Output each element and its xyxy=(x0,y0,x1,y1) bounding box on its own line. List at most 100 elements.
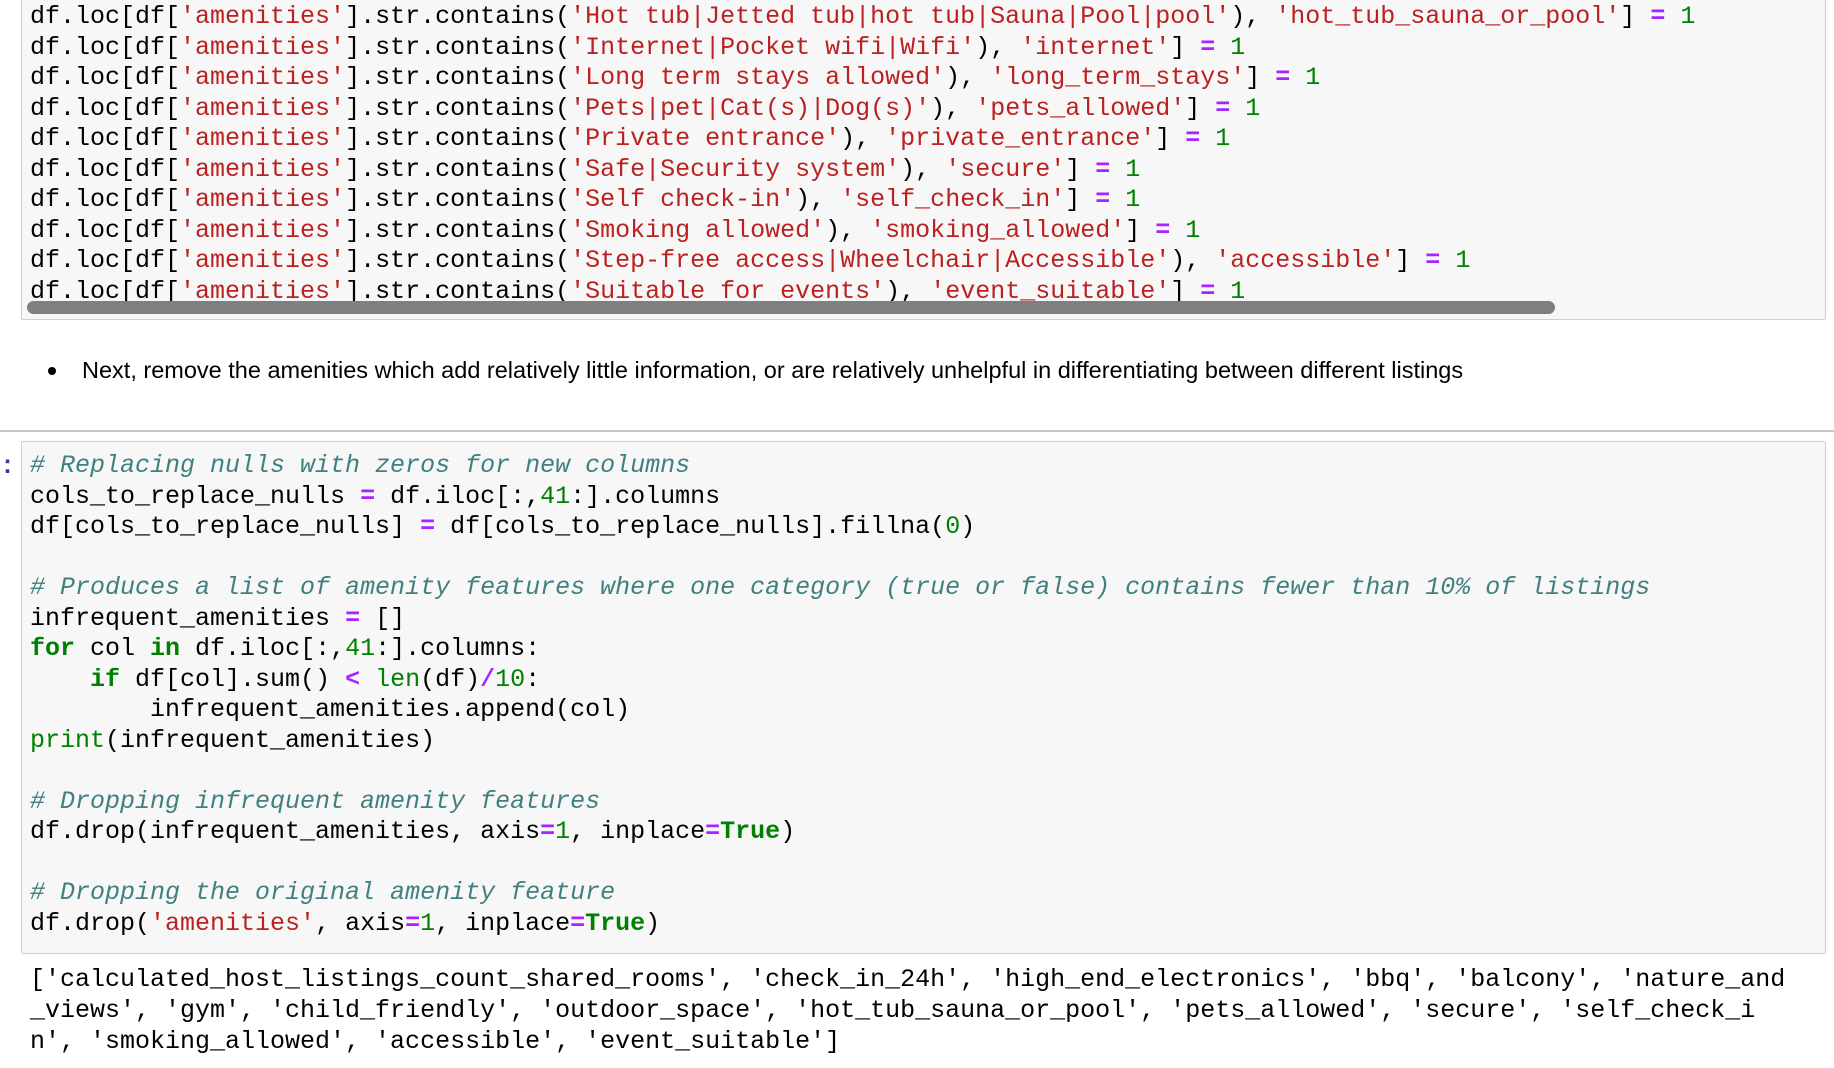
markdown-bullet: Next, remove the amenities which add rel… xyxy=(48,357,1463,384)
operator: = xyxy=(1185,124,1201,153)
code-text: df.loc[df[ xyxy=(30,215,181,245)
string-literal: 'amenities' xyxy=(180,215,346,245)
operator: = xyxy=(1095,154,1111,184)
code-line: cols_to_replace_nulls = df.iloc[:,41:].c… xyxy=(30,482,1650,513)
code-text: col xyxy=(75,634,151,663)
operator: = xyxy=(1650,2,1666,31)
code-text: ] xyxy=(1245,63,1276,92)
code-text: ] xyxy=(1185,93,1216,123)
code-text: ), xyxy=(840,124,886,153)
code-text: ].str.contains( xyxy=(345,246,571,275)
code-text: df.loc[df[ xyxy=(30,2,181,31)
code-text: df[cols_to_replace_nulls].fillna( xyxy=(435,512,946,541)
code-text: ), xyxy=(1170,246,1216,275)
code-text: df.drop( xyxy=(30,908,151,938)
operator: = xyxy=(570,908,586,938)
string-literal: 'amenities' xyxy=(180,246,346,275)
number-literal: 1 xyxy=(1215,124,1231,153)
code-text: df.loc[df[ xyxy=(30,154,181,184)
comment: # Dropping the original amenity feature xyxy=(30,878,616,907)
keyword: for xyxy=(30,634,76,663)
code-line: # Dropping infrequent amenity features xyxy=(30,787,1650,818)
string-literal: 'self_check_in' xyxy=(840,185,1066,214)
input-prompt: : xyxy=(0,452,16,481)
keyword: in xyxy=(150,634,181,663)
number-literal: 1 xyxy=(1305,63,1321,92)
code-text: ), xyxy=(945,63,991,92)
number-literal: 1 xyxy=(1245,93,1261,123)
code-text: ) xyxy=(780,817,796,846)
code-text: ), xyxy=(1230,2,1276,31)
horizontal-scrollbar[interactable] xyxy=(27,301,1555,314)
string-literal: 'Safe|Security system' xyxy=(570,154,901,184)
string-literal: 'Private entrance' xyxy=(570,124,841,153)
code-text: df.loc[df[ xyxy=(30,124,181,153)
code-text: df.loc[df[ xyxy=(30,32,181,62)
code-text: ), xyxy=(900,154,946,184)
string-literal: 'amenities' xyxy=(180,2,346,31)
number-literal: 0 xyxy=(945,512,961,541)
comment: # Produces a list of amenity features wh… xyxy=(30,573,1651,602)
operator: = xyxy=(1095,185,1111,214)
code-text: [] xyxy=(360,603,406,633)
code-line: df.loc[df['amenities'].str.contains('Lon… xyxy=(30,63,1695,94)
bullet-icon xyxy=(48,366,56,375)
code-editor[interactable]: # Replacing nulls with zeros for new col… xyxy=(30,451,1650,939)
number-literal: 41 xyxy=(345,634,376,663)
operator: = xyxy=(1200,32,1216,62)
code-text: ] xyxy=(1620,2,1651,31)
code-editor[interactable]: df.loc[df['amenities'].str.contains('Hot… xyxy=(30,2,1695,307)
keyword: if xyxy=(90,664,121,694)
code-cell-amenity-flags[interactable]: df.loc[df['amenities'].str.contains('Hot… xyxy=(21,0,1826,320)
operator: = xyxy=(345,603,361,633)
code-line: infrequent_amenities = [] xyxy=(30,604,1650,635)
code-text: ) xyxy=(960,512,976,541)
code-text: df.loc[df[ xyxy=(30,93,181,123)
operator: = xyxy=(705,817,721,846)
code-text: , inplace xyxy=(570,817,706,846)
string-literal: 'Hot tub|Jetted tub|hot tub|Sauna|Pool|p… xyxy=(570,2,1231,31)
code-text: df.loc[df[ xyxy=(30,63,181,92)
code-text: ] xyxy=(1065,185,1096,214)
code-text: ].str.contains( xyxy=(345,124,571,153)
code-text: ), xyxy=(930,93,976,123)
code-text: df.iloc[:, xyxy=(180,634,346,663)
string-literal: 'amenities' xyxy=(180,63,346,92)
number-literal: 1 xyxy=(1680,2,1696,31)
operator: < xyxy=(345,664,361,694)
string-literal: 'Pets|pet|Cat(s)|Dog(s)' xyxy=(570,93,931,123)
string-literal: 'amenities' xyxy=(180,154,346,184)
string-literal: 'accessible' xyxy=(1215,246,1396,275)
code-text: : xyxy=(525,664,541,694)
keyword: True xyxy=(585,908,646,938)
code-line: df.loc[df['amenities'].str.contains('Int… xyxy=(30,33,1695,64)
string-literal: 'hot_tub_sauna_or_pool' xyxy=(1275,2,1621,31)
code-line: print(infrequent_amenities) xyxy=(30,726,1650,757)
code-text: df[col].sum() xyxy=(120,664,346,694)
code-cell-drop-infrequent[interactable]: # Replacing nulls with zeros for new col… xyxy=(21,441,1826,954)
code-text: ].str.contains( xyxy=(345,2,571,31)
number-literal: 1 xyxy=(1185,215,1201,245)
operator: = xyxy=(1425,246,1441,275)
keyword: True xyxy=(720,817,781,846)
operator: = xyxy=(405,908,421,938)
string-literal: 'Internet|Pocket wifi|Wifi' xyxy=(570,32,976,62)
code-text: df[cols_to_replace_nulls] xyxy=(30,512,421,541)
string-literal: 'secure' xyxy=(945,154,1066,184)
string-literal: 'long_term_stays' xyxy=(990,63,1246,92)
number-literal: 10 xyxy=(495,664,526,694)
string-literal: 'amenities' xyxy=(180,124,346,153)
code-text: ] xyxy=(1125,215,1156,245)
code-text: ].str.contains( xyxy=(345,63,571,92)
string-literal: 'Smoking allowed' xyxy=(570,215,826,245)
operator: = xyxy=(1155,215,1171,245)
code-text: ].str.contains( xyxy=(345,154,571,184)
code-text: (df) xyxy=(420,664,481,694)
